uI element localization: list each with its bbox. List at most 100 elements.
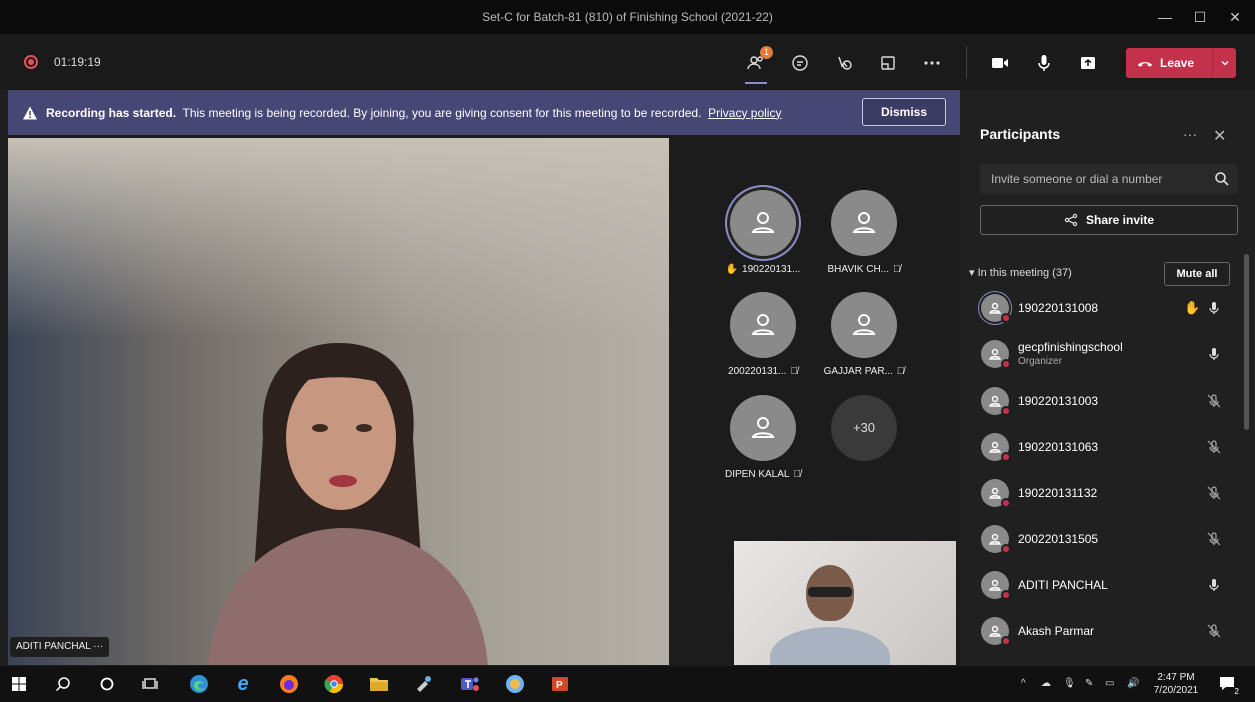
volume-icon[interactable]: 🔊 (1127, 678, 1139, 689)
speaker-name-tag[interactable]: ADITI PANCHAL ··· (10, 637, 110, 657)
pen-icon[interactable]: ✎ (1085, 678, 1093, 689)
close-panel-icon[interactable]: ✕ (1213, 126, 1226, 146)
start-button[interactable] (9, 674, 29, 694)
close-window-button[interactable]: ✕ (1218, 4, 1252, 30)
microphone-muted-icon (1207, 624, 1221, 638)
network-icon[interactable]: ▭ (1105, 678, 1114, 689)
tile-name: 200220131... (728, 366, 787, 377)
breakout-rooms-button[interactable] (873, 48, 903, 78)
person-icon (852, 314, 876, 335)
panel-scrollbar[interactable] (1244, 254, 1249, 430)
tray-app-icon[interactable]: ☁ (1041, 678, 1051, 689)
participant-tile[interactable]: ✋ 190220131... (713, 190, 813, 275)
camera-button[interactable] (985, 48, 1015, 78)
minimize-button[interactable]: — (1148, 4, 1182, 30)
self-view-video[interactable] (734, 541, 956, 665)
share-icon (1064, 213, 1078, 227)
participant-tile[interactable]: 200220131... 🎙̸ (713, 292, 813, 377)
dismiss-button[interactable]: Dismiss (862, 98, 946, 126)
task-view-button[interactable] (140, 674, 160, 694)
participant-row[interactable]: 190220131003 (961, 380, 1243, 426)
participant-tile[interactable]: BHAVIK CH... 🎙̸ (814, 190, 914, 275)
microphone-muted-icon (1207, 532, 1221, 546)
in-meeting-section-header[interactable]: ▾ In this meeting (37) (969, 266, 1072, 279)
participant-name: 190220131063 (1018, 440, 1099, 454)
teams-app[interactable] (460, 674, 480, 694)
snip-tool-app[interactable] (414, 674, 434, 694)
internet-explorer-app[interactable]: e (233, 673, 253, 695)
microphone-button[interactable] (1029, 48, 1059, 78)
avatar (981, 525, 1011, 554)
participant-row[interactable]: gecpfinishingschool Organizer (961, 333, 1243, 379)
reactions-button[interactable] (829, 48, 859, 78)
file-explorer-app[interactable] (369, 674, 389, 694)
share-invite-button[interactable]: Share invite (980, 205, 1238, 235)
snip-icon (417, 676, 431, 692)
tile-name: GAJJAR PAR... (823, 366, 893, 377)
microphone-icon (1209, 348, 1219, 360)
participant-row[interactable]: ADITI PANCHAL (961, 564, 1243, 610)
leave-label: Leave (1160, 56, 1195, 70)
more-actions-button[interactable] (917, 48, 947, 78)
cortana-button[interactable] (97, 674, 117, 694)
powerpoint-app[interactable]: P (550, 674, 570, 694)
speaker-figure (208, 343, 488, 665)
notification-count: 2 (1232, 687, 1241, 696)
tile-name: DIPEN KALAL (725, 469, 790, 480)
participant-row[interactable]: 190220131063 (961, 426, 1243, 472)
microphone-muted-icon (1207, 394, 1221, 408)
participant-tile[interactable]: GAJJAR PAR... 🎙̸ (814, 292, 914, 377)
participant-row[interactable]: 190220131008 ✋ (961, 287, 1243, 333)
show-participants-button[interactable]: 1 (741, 46, 773, 84)
participant-name: 190220131132 (1018, 486, 1098, 500)
recording-status-dot (1001, 498, 1011, 508)
leave-button[interactable]: Leave (1126, 48, 1236, 78)
system-clock[interactable]: 2:47 PM 7/20/2021 (1150, 671, 1202, 697)
browser-app[interactable] (505, 674, 525, 694)
mute-all-button[interactable]: Mute all (1164, 262, 1230, 286)
recording-status-dot (1001, 590, 1011, 600)
firefox-app[interactable] (279, 674, 299, 694)
firefox-icon (280, 675, 298, 693)
participant-name: 200220131505 (1018, 532, 1099, 546)
rooms-icon (881, 56, 895, 70)
participant-row[interactable]: 200220131505 (961, 518, 1243, 564)
show-conversation-button[interactable] (785, 48, 815, 78)
banner-text: This meeting is being recorded. By joini… (182, 105, 702, 120)
search-taskbar-button[interactable] (53, 674, 73, 694)
privacy-policy-link[interactable]: Privacy policy (708, 106, 781, 120)
action-center-button[interactable]: 2 (1217, 674, 1241, 696)
person-icon (989, 348, 1001, 360)
avatar (730, 395, 796, 461)
avatar (981, 294, 1011, 323)
avatar (981, 617, 1011, 646)
maximize-button[interactable]: ☐ (1183, 4, 1217, 30)
window-title: Set-C for Batch-81 (810) of Finishing Sc… (482, 10, 773, 24)
show-hidden-icons[interactable]: ^ (1021, 678, 1026, 689)
participant-tile[interactable]: DIPEN KALAL 🎙̸ (713, 395, 813, 480)
avatar (831, 190, 897, 256)
participant-row[interactable]: Akash Parmar (961, 610, 1243, 656)
chrome-app[interactable] (324, 674, 344, 694)
meeting-timer: 01:19:19 (54, 55, 101, 69)
avatar (981, 433, 1011, 462)
share-content-button[interactable] (1073, 48, 1103, 78)
speaker-more-icon[interactable]: ··· (93, 641, 103, 652)
more-participants-tile[interactable]: +30 (814, 395, 914, 461)
main-speaker-video[interactable]: ADITI PANCHAL ··· (8, 138, 669, 665)
mic-muted-icon: 🎙̸ (790, 366, 798, 377)
avatar (981, 387, 1011, 416)
person-icon (989, 533, 1001, 545)
edge-app[interactable] (189, 674, 209, 694)
invite-input[interactable] (980, 164, 1210, 194)
search-icon (1215, 172, 1229, 186)
person-icon (751, 314, 775, 335)
leave-options-chevron-icon[interactable] (1212, 48, 1236, 78)
tray-mic-icon[interactable]: 🎙 (1063, 678, 1076, 689)
invite-search-box[interactable] (980, 164, 1238, 194)
participant-row[interactable]: 190220131132 (961, 472, 1243, 518)
microphone-muted-icon (1207, 486, 1221, 500)
panel-more-icon[interactable]: ··· (1183, 126, 1197, 142)
windows-logo-icon (12, 677, 26, 691)
meeting-stage: ADITI PANCHAL ··· ✋ 190220131... BHAVIK C… (8, 135, 960, 665)
